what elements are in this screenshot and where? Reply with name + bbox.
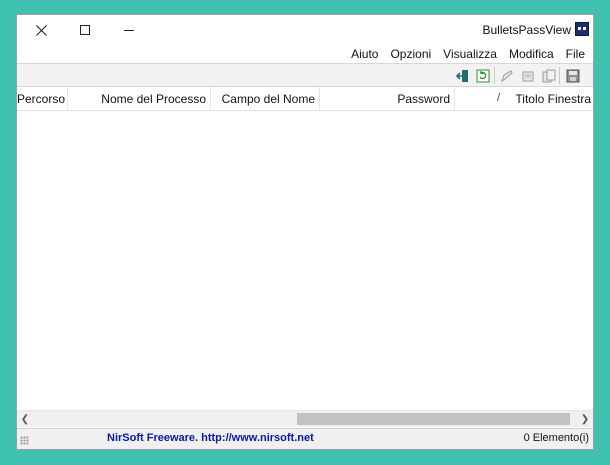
properties-button[interactable]: [520, 68, 536, 83]
minimize-icon: [124, 30, 134, 31]
sort-indicator: /: [497, 92, 501, 104]
column-campo-del-nome[interactable]: Campo del Nome: [210, 87, 319, 111]
app-window: BulletsPassView File Modifica Visualizza…: [16, 14, 594, 450]
resize-grip[interactable]: [20, 436, 29, 445]
menu-modifica[interactable]: Modifica: [503, 47, 560, 61]
column-label: Password: [397, 92, 450, 106]
item-count: 0 Elemento(i): [523, 432, 589, 444]
status-bar: NirSoft Freeware. http://www.nirsoft.net…: [17, 428, 593, 449]
window-title: BulletsPassView: [482, 23, 572, 37]
app-icon: [575, 22, 589, 36]
minimize-button[interactable]: [107, 15, 151, 45]
scroll-right-button[interactable]: ❯: [577, 411, 593, 428]
column-label: Nome del Processo: [101, 92, 206, 106]
save-icon: [566, 69, 580, 82]
menu-aiuto[interactable]: Aiuto: [345, 47, 384, 61]
horizontal-scrollbar[interactable]: ❮ ❯: [17, 410, 593, 427]
copy-icon: [542, 69, 556, 82]
maximize-icon: [80, 25, 90, 35]
save-button[interactable]: [565, 68, 581, 83]
password-list[interactable]: / Titolo Finestra Password Campo del Nom…: [17, 87, 593, 410]
toolbar-separator: [559, 67, 560, 84]
report-icon: [501, 69, 513, 82]
menu-visualizza[interactable]: Visualizza: [437, 47, 503, 61]
column-nome-del-processo[interactable]: Nome del Processo: [67, 87, 210, 111]
column-password[interactable]: Password: [319, 87, 454, 111]
properties-icon: [522, 71, 534, 81]
list-header: / Titolo Finestra Password Campo del Nom…: [17, 87, 593, 111]
exit-button[interactable]: [455, 68, 471, 83]
maximize-button[interactable]: [63, 15, 107, 45]
toolbar: [17, 63, 593, 87]
chevron-right-icon: ❯: [580, 414, 590, 425]
close-icon: [35, 24, 47, 36]
close-button[interactable]: [19, 15, 63, 45]
menu-opzioni[interactable]: Opzioni: [384, 47, 437, 61]
scrollbar-thumb[interactable]: [297, 413, 570, 425]
refresh-icon: [476, 69, 490, 82]
refresh-button[interactable]: [475, 68, 491, 83]
nirsoft-link[interactable]: NirSoft Freeware. http://www.nirsoft.net: [107, 432, 314, 448]
column-label: Titolo Finestra: [515, 92, 591, 106]
column-titolo-finestra[interactable]: / Titolo Finestra: [454, 87, 593, 111]
column-label: Percorso d: [17, 92, 67, 106]
report-button[interactable]: [499, 68, 515, 83]
column-label: Campo del Nome: [221, 92, 315, 106]
exit-icon: [456, 69, 468, 82]
chevron-left-icon: ❮: [20, 414, 30, 425]
column-percorso[interactable]: Percorso d: [17, 87, 67, 111]
menu-file[interactable]: File: [560, 47, 591, 61]
scroll-left-button[interactable]: ❮: [17, 411, 33, 428]
copy-button[interactable]: [541, 68, 557, 83]
menu-bar: File Modifica Visualizza Opzioni Aiuto: [17, 45, 593, 63]
toolbar-separator: [494, 67, 495, 84]
title-bar: BulletsPassView: [17, 15, 593, 45]
